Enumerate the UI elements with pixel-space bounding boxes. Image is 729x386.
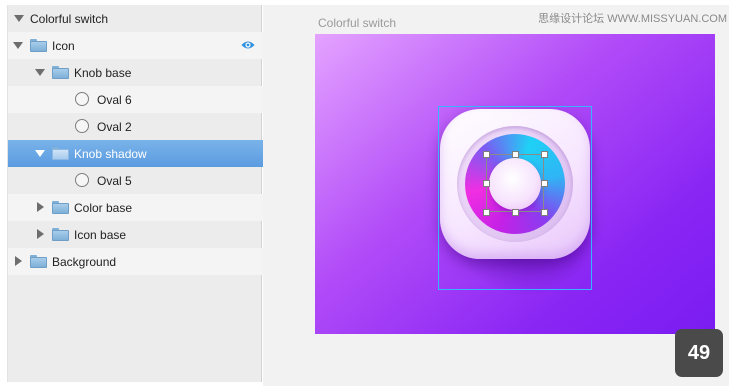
folder-icon xyxy=(30,255,47,268)
layer-row-icon[interactable]: Icon xyxy=(8,32,263,59)
oval-shape-icon xyxy=(75,173,89,187)
layer-row-oval-6[interactable]: Oval 6 xyxy=(8,86,263,113)
layer-label: Colorful switch xyxy=(30,11,109,26)
disclosure-triangle-collapsed-icon[interactable] xyxy=(15,256,22,266)
layer-label: Oval 2 xyxy=(97,119,132,134)
folder-icon xyxy=(52,228,69,241)
resize-handle-top-left[interactable] xyxy=(483,151,490,158)
resize-handle-top[interactable] xyxy=(512,151,519,158)
layer-label: Background xyxy=(52,254,117,269)
layer-label: Knob base xyxy=(74,65,132,80)
resize-handle-bottom-left[interactable] xyxy=(483,209,490,216)
layer-label: Icon base xyxy=(74,227,127,242)
resize-handle-left[interactable] xyxy=(483,180,490,187)
canvas-area[interactable]: Colorful switch 思缘设计论坛 WWW.MISSYUAN.COM … xyxy=(263,5,729,386)
layer-row-oval-5[interactable]: Oval 5 xyxy=(8,167,263,194)
layer-label: Oval 6 xyxy=(97,92,132,107)
layer-label: Color base xyxy=(74,200,133,215)
disclosure-triangle-collapsed-icon[interactable] xyxy=(37,229,44,239)
resize-handle-bottom-right[interactable] xyxy=(541,209,548,216)
watermark: 思缘设计论坛 WWW.MISSYUAN.COM xyxy=(538,13,727,25)
layer-row-icon-base[interactable]: Icon base xyxy=(8,221,263,248)
disclosure-triangle-expanded-icon[interactable] xyxy=(14,15,24,22)
artboard[interactable] xyxy=(315,34,715,334)
layer-row-colorful-switch[interactable]: Colorful switch xyxy=(8,5,263,32)
layer-row-oval-2[interactable]: Oval 2 xyxy=(8,113,263,140)
layer-row-knob-base[interactable]: Knob base xyxy=(8,59,263,86)
layer-label: Knob shadow xyxy=(74,146,147,161)
layer-row-background[interactable]: Background xyxy=(8,248,263,275)
oval-shape-icon xyxy=(75,119,89,133)
eye-icon[interactable] xyxy=(241,40,255,50)
oval-shape-icon xyxy=(75,92,89,106)
artboard-title[interactable]: Colorful switch xyxy=(318,16,396,30)
folder-icon xyxy=(30,39,47,52)
layer-selection-box[interactable] xyxy=(486,154,544,212)
disclosure-triangle-expanded-icon[interactable] xyxy=(13,42,23,49)
disclosure-triangle-expanded-icon[interactable] xyxy=(35,150,45,157)
disclosure-triangle-collapsed-icon[interactable] xyxy=(37,202,44,212)
step-number-badge: 49 xyxy=(675,329,723,377)
layer-row-knob-shadow[interactable]: Knob shadow xyxy=(8,140,263,167)
layer-label: Oval 5 xyxy=(97,173,132,188)
layer-row-color-base[interactable]: Color base xyxy=(8,194,263,221)
folder-icon xyxy=(52,147,69,160)
resize-handle-top-right[interactable] xyxy=(541,151,548,158)
disclosure-triangle-expanded-icon[interactable] xyxy=(35,69,45,76)
layers-panel: Colorful switch Icon Knob base Oval 6 Ov… xyxy=(7,5,263,382)
layer-label: Icon xyxy=(52,38,75,53)
folder-icon xyxy=(52,66,69,79)
resize-handle-right[interactable] xyxy=(541,180,548,187)
folder-icon xyxy=(52,201,69,214)
resize-handle-bottom[interactable] xyxy=(512,209,519,216)
